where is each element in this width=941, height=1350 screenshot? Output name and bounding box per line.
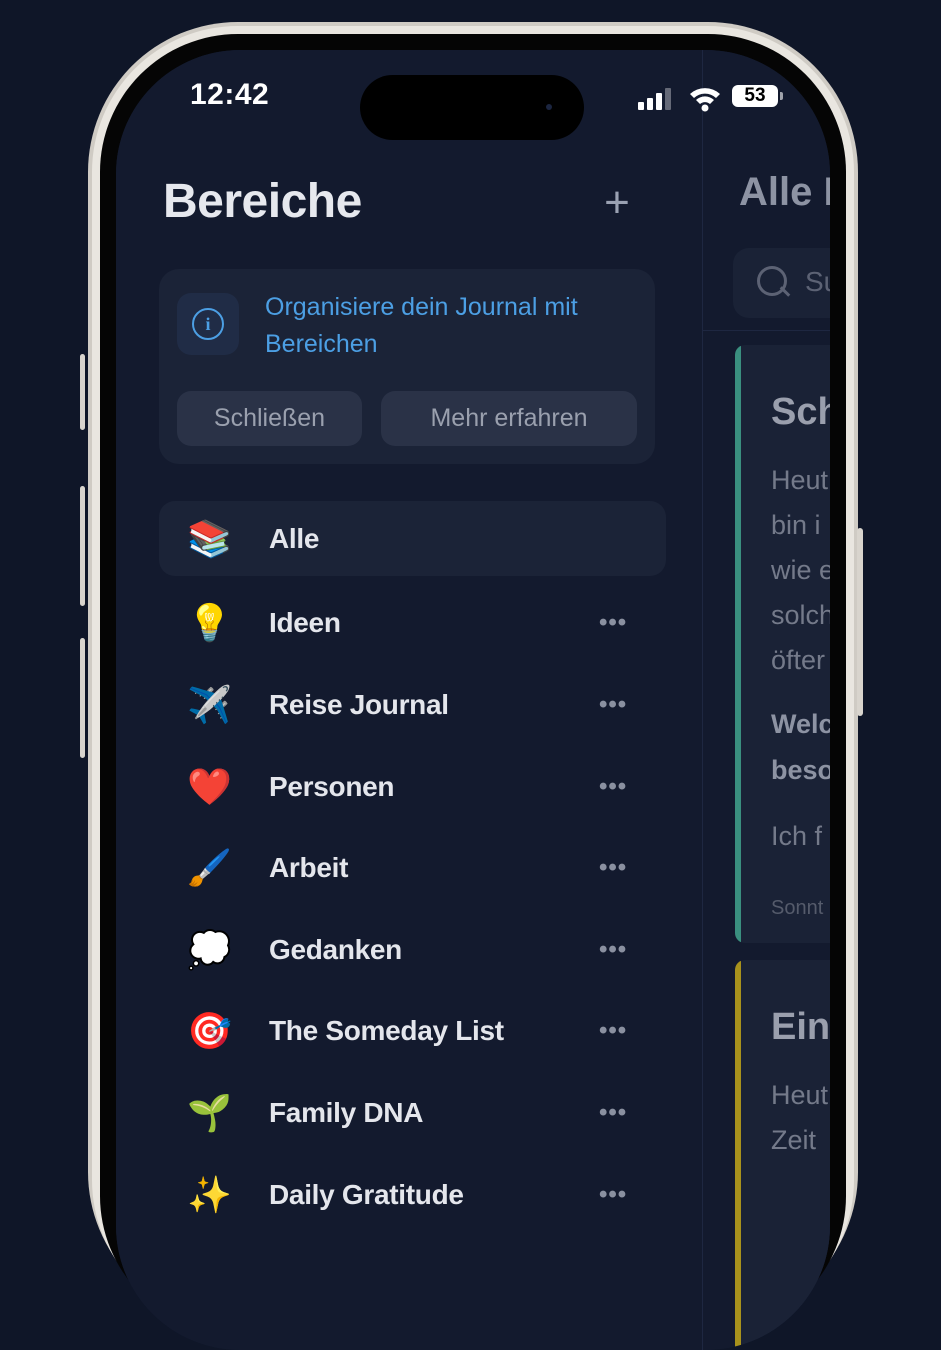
sidebar-item-label: Daily Gratitude [269, 1178, 464, 1210]
entry-title: Sch [771, 391, 830, 433]
wifi-icon [690, 88, 720, 112]
sidebar-item-gedanken[interactable]: 💭 Gedanken ••• [159, 909, 666, 991]
screen: Bereiche + i Organisiere dein Journal mi… [116, 50, 830, 1350]
sidebar-item-daily-gratitude[interactable]: ✨ Daily Gratitude ••• [159, 1154, 666, 1236]
sidebar-item-label: Arbeit [269, 852, 349, 884]
entry-date: Sonnt [771, 897, 824, 919]
sidebar-item-label: Ideen [269, 607, 341, 639]
heart-icon: ❤️ [187, 765, 232, 807]
header-divider [703, 330, 830, 331]
battery-icon: 53 [732, 85, 778, 107]
search-placeholder: Suchen [805, 266, 830, 297]
paintbrush-icon: 🖌️ [187, 847, 232, 889]
entry-body-line: Heut [771, 465, 829, 495]
sidebar-item-label: Gedanken [269, 933, 402, 965]
target-icon: 🎯 [187, 1010, 232, 1052]
action-button [80, 354, 85, 430]
sidebar-item-ideen[interactable]: 💡 Ideen ••• [159, 583, 666, 665]
sidebar-item-label: Family DNA [269, 1096, 424, 1128]
more-options-icon[interactable]: ••• [599, 1017, 627, 1045]
sidebar-item-family-dna[interactable]: 🌱 Family DNA ••• [159, 1072, 666, 1154]
info-text[interactable]: Organisiere dein Journal mit Bereichen [265, 289, 635, 363]
sidebar-title: Bereiche [163, 175, 362, 228]
sidebar-item-reise-journal[interactable]: ✈️ Reise Journal ••• [159, 664, 666, 746]
entry-body-line: solch [771, 600, 830, 630]
sparkles-icon: ✨ [187, 1173, 232, 1215]
more-options-icon[interactable]: ••• [599, 609, 627, 637]
cellular-signal-icon [638, 86, 674, 110]
more-options-icon[interactable]: ••• [599, 1181, 627, 1209]
status-time: 12:42 [190, 78, 270, 111]
sidebar-item-label: Alle [269, 522, 320, 554]
entry-card[interactable]: Ein Heut Zeit [735, 960, 830, 1350]
entry-body-line: Heut [771, 1080, 829, 1110]
page-title: Alle Einträge [739, 170, 830, 214]
sidebar-item-someday-list[interactable]: 🎯 The Someday List ••• [159, 991, 666, 1073]
search-input[interactable]: Suchen [733, 248, 830, 318]
entry-accent-bar [735, 345, 741, 943]
entry-body-line: Zeit [771, 1125, 817, 1155]
power-button [857, 528, 863, 716]
entry-question-line: beso [771, 755, 830, 785]
lightbulb-icon: 💡 [187, 602, 232, 644]
sidebar-item-label: Reise Journal [269, 688, 449, 720]
entries-pane: Alle Einträge Suchen Sch Heut bin i wie … [703, 50, 830, 1350]
books-icon: 📚 [187, 517, 232, 559]
sidebar: Bereiche + i Organisiere dein Journal mi… [116, 50, 702, 1350]
entry-title: Ein [771, 1006, 830, 1048]
entry-card[interactable]: Sch Heut bin i wie e solch öfter Welc be… [735, 345, 830, 943]
sidebar-item-label: The Someday List [269, 1015, 504, 1047]
entry-accent-bar [735, 960, 741, 1350]
volume-down-button [80, 638, 85, 758]
more-options-icon[interactable]: ••• [599, 936, 627, 964]
more-options-icon[interactable]: ••• [599, 691, 627, 719]
entry-body-line: öfter [771, 645, 826, 675]
plus-icon[interactable]: + [598, 181, 636, 225]
info-card: i Organisiere dein Journal mit Bereichen… [159, 269, 655, 464]
close-button[interactable]: Schließen [177, 391, 362, 446]
more-options-icon[interactable]: ••• [599, 773, 627, 801]
dynamic-island [360, 75, 584, 140]
sidebar-item-personen[interactable]: ❤️ Personen ••• [159, 746, 666, 828]
learn-more-button[interactable]: Mehr erfahren [381, 391, 637, 446]
info-icon: i [192, 308, 224, 340]
entry-body-line: bin i [771, 510, 821, 540]
airplane-icon: ✈️ [187, 683, 232, 725]
battery-tip [780, 92, 783, 100]
volume-up-button [80, 486, 85, 606]
info-icon-box: i [177, 293, 239, 355]
sidebar-item-alle[interactable]: 📚 Alle [159, 501, 666, 576]
sidebar-item-arbeit[interactable]: 🖌️ Arbeit ••• [159, 827, 666, 909]
entry-answer: Ich f [771, 821, 823, 851]
area-list: 📚 Alle 💡 Ideen ••• ✈️ Reise Journal ••• … [159, 501, 666, 1235]
more-options-icon[interactable]: ••• [599, 1099, 627, 1127]
seedling-icon: 🌱 [187, 1091, 232, 1133]
entry-body-line: wie e [771, 555, 830, 585]
camera-dot [546, 104, 552, 110]
entry-question-line: Welc [771, 709, 830, 739]
more-options-icon[interactable]: ••• [599, 854, 627, 882]
thought-bubble-icon: 💭 [187, 928, 232, 970]
sidebar-item-label: Personen [269, 770, 395, 802]
